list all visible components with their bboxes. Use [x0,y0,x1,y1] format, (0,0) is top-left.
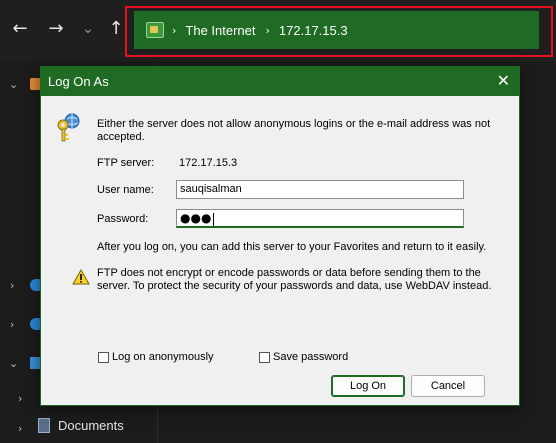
log-on-button[interactable]: Log On [331,375,405,397]
back-arrow-icon[interactable]: ← [9,18,31,40]
ftp-server-label: FTP server: [97,157,155,169]
expand-chevron-icon[interactable]: › [18,422,22,435]
dialog-title: Log On As [48,74,109,89]
username-label: User name: [97,184,154,196]
breadcrumb-the-internet[interactable]: The Internet [185,23,255,38]
sidebar-item-label: Documents [58,418,124,433]
internet-folder-icon [146,22,164,38]
breadcrumb-separator: › [172,23,177,37]
expand-chevron-icon[interactable]: › [10,279,14,292]
sidebar-item-documents[interactable]: Documents [38,418,124,433]
breadcrumb-separator: › [265,23,270,37]
text-caret [213,212,215,226]
password-input[interactable]: ●●● [176,209,464,228]
favorites-hint: After you log on, you can add this serve… [97,241,487,253]
checkbox-box[interactable] [259,351,270,363]
username-value: sauqisalman [180,183,242,195]
expand-chevron-icon[interactable]: › [10,318,14,331]
dialog-body: Either the server does not allow anonymo… [41,96,519,405]
password-mask: ●●● [180,211,212,225]
log-on-anonymously-checkbox[interactable]: Log on anonymously [98,351,214,363]
dialog-titlebar[interactable]: Log On As ✕ [41,67,519,96]
save-password-checkbox[interactable]: Save password [259,351,348,363]
checkbox-label[interactable]: Log on anonymously [112,351,214,363]
expand-chevron-icon[interactable]: ⌄ [9,357,18,370]
ftp-server-value: 172.17.15.3 [179,157,238,169]
log-on-as-dialog: Log On As ✕ Either the server does not a… [40,66,520,406]
security-warning: FTP does not encrypt or encode passwords… [97,267,492,292]
username-input[interactable]: sauqisalman [176,180,464,199]
warning-icon [72,269,90,285]
expand-chevron-icon[interactable]: ⌄ [9,78,18,91]
recent-locations-chevron-icon[interactable]: ⌄ [77,18,99,40]
intro-message: Either the server does not allow anonymo… [97,118,491,143]
breadcrumb-server[interactable]: 172.17.15.3 [279,23,348,38]
checkbox-label[interactable]: Save password [273,351,348,363]
cancel-button[interactable]: Cancel [411,375,485,397]
address-bar[interactable]: › The Internet › 172.17.15.3 [134,11,539,49]
documents-icon [38,418,50,433]
key-globe-icon [57,113,80,142]
password-label: Password: [97,213,149,225]
expand-chevron-icon[interactable]: › [18,392,22,405]
forward-arrow-icon[interactable]: → [45,18,67,40]
up-arrow-icon[interactable]: ↑ [105,18,127,40]
close-icon[interactable]: ✕ [497,72,510,90]
checkbox-box[interactable] [98,351,109,363]
